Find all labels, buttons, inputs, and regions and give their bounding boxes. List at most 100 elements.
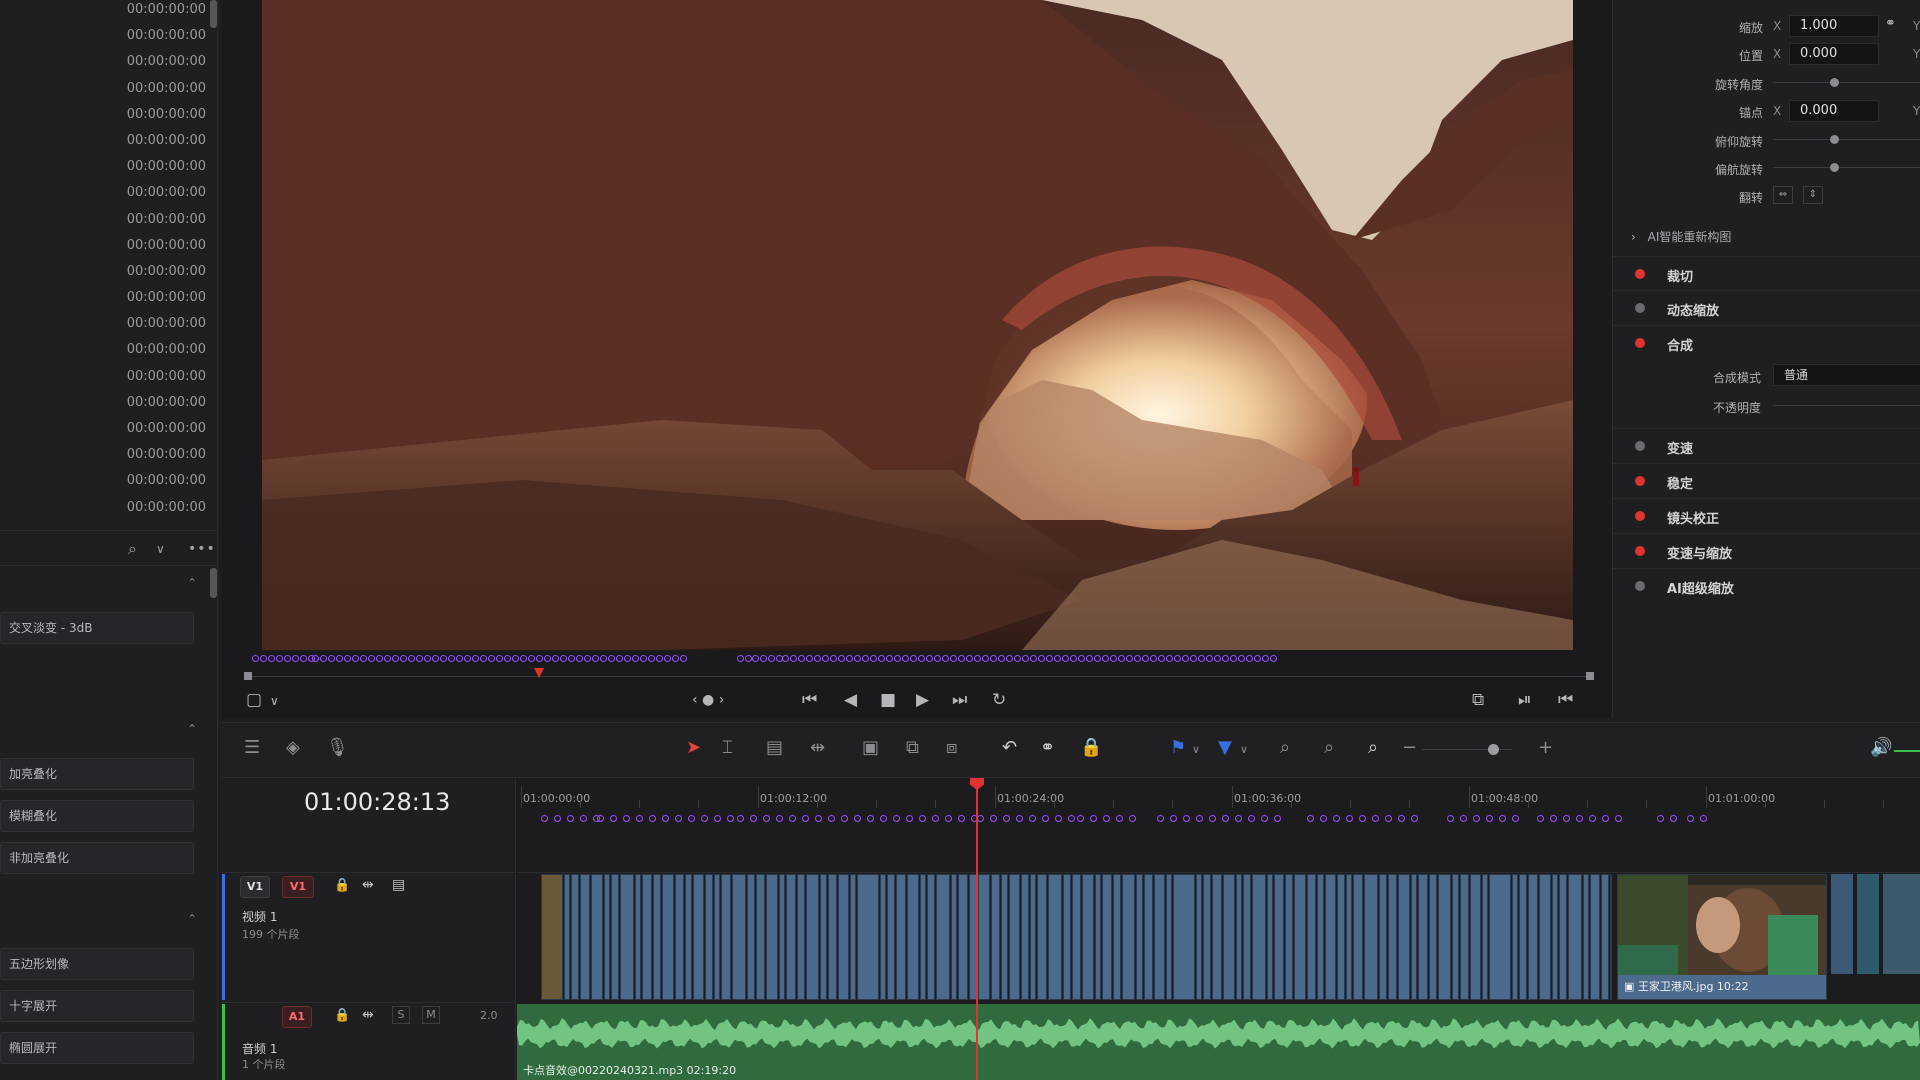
video-clip[interactable] [850, 874, 856, 1000]
still-image-clip[interactable]: ▣ 王家卫港风.jpg 10:22 [1617, 874, 1827, 1000]
marker[interactable] [990, 815, 997, 822]
marker[interactable] [300, 655, 307, 662]
marker[interactable] [328, 655, 335, 662]
timecode-list-item[interactable]: 00:00:00:00 [0, 393, 210, 419]
marker[interactable] [1670, 815, 1677, 822]
v1-lock-icon[interactable]: 🔒 [334, 878, 350, 893]
marker[interactable] [640, 655, 647, 662]
video-clip[interactable] [1317, 874, 1324, 1000]
marker[interactable] [592, 655, 599, 662]
marker[interactable] [680, 655, 687, 662]
marker[interactable] [1094, 655, 1101, 662]
video-clip[interactable] [920, 874, 926, 1000]
timecode-list-item[interactable]: 00:00:00:00 [0, 210, 210, 236]
marker[interactable] [649, 815, 656, 822]
marker[interactable] [408, 655, 415, 662]
marker[interactable] [448, 655, 455, 662]
marker[interactable] [745, 655, 752, 662]
marker[interactable] [360, 655, 367, 662]
video-clip[interactable] [1411, 874, 1417, 1000]
video-clip[interactable] [1102, 874, 1112, 1000]
opacity-slider[interactable] [1773, 405, 1920, 406]
video-clip[interactable] [1212, 874, 1222, 1000]
marker[interactable] [632, 655, 639, 662]
marker[interactable] [568, 655, 575, 662]
marker[interactable] [1062, 655, 1069, 662]
marker[interactable] [737, 815, 744, 822]
marker[interactable] [488, 655, 495, 662]
timecode-list-item[interactable]: 00:00:00:00 [0, 471, 210, 497]
section-enable-toggle[interactable] [1635, 546, 1645, 556]
marker[interactable] [1090, 815, 1097, 822]
dynamic-trim-icon[interactable]: ⇹ [810, 737, 825, 758]
zoom-custom-icon[interactable]: ⌕ [1368, 737, 1378, 758]
video-clip[interactable] [1136, 874, 1143, 1000]
marker[interactable] [1537, 815, 1544, 822]
viewer-marker-strip[interactable] [252, 652, 1582, 666]
fx-item-non-additive-dissolve[interactable]: 非加亮叠化 [0, 842, 194, 874]
viewer-mode-chevron-icon[interactable]: ∨ [270, 694, 279, 708]
video-clip[interactable] [991, 874, 1000, 1000]
marker[interactable] [352, 655, 359, 662]
marker[interactable] [1038, 655, 1045, 662]
video-clip[interactable] [1274, 874, 1284, 1000]
video-clip[interactable] [1196, 874, 1202, 1000]
section-enable-toggle[interactable] [1635, 269, 1645, 279]
video-clip[interactable] [1037, 874, 1047, 1000]
collapse-blend-section-icon[interactable]: ⌃ [187, 722, 197, 736]
timecode-list-item[interactable]: 00:00:00:00 [0, 157, 210, 183]
go-to-end-icon[interactable]: ⏭ [952, 690, 967, 710]
marker[interactable] [1222, 815, 1229, 822]
overwrite-clip-icon[interactable]: ⧉ [906, 737, 919, 758]
marker[interactable] [798, 655, 805, 662]
video-clip[interactable] [721, 874, 731, 1000]
video-clip[interactable] [1082, 874, 1094, 1000]
marker[interactable] [1030, 655, 1037, 662]
video-clip[interactable] [1583, 874, 1589, 1000]
flag-chevron-icon[interactable]: ∨ [1192, 743, 1200, 756]
video-clip[interactable] [1438, 874, 1451, 1000]
section-enable-toggle[interactable] [1635, 441, 1645, 451]
marker[interactable] [782, 655, 789, 662]
marker[interactable] [1473, 815, 1480, 822]
marker[interactable] [1042, 815, 1049, 822]
marker[interactable] [763, 815, 770, 822]
marker[interactable] [1499, 815, 1506, 822]
marker[interactable] [472, 655, 479, 662]
marker[interactable] [1158, 655, 1165, 662]
marker[interactable] [541, 815, 548, 822]
marker[interactable] [1512, 815, 1519, 822]
video-clip[interactable] [806, 874, 819, 1000]
flag-icon[interactable]: ⚑ [1170, 737, 1186, 758]
timecode-list-item[interactable]: 00:00:00:00 [0, 314, 210, 340]
marker[interactable] [1070, 655, 1077, 662]
effects-scrollbar[interactable] [210, 568, 217, 598]
marker[interactable] [400, 655, 407, 662]
marker[interactable] [1447, 815, 1454, 822]
video-clip[interactable] [571, 874, 579, 1000]
thumb-clip-3[interactable] [1883, 874, 1920, 974]
video-clip[interactable] [766, 874, 778, 1000]
timecode-list-item[interactable]: 00:00:00:00 [0, 419, 210, 445]
marker[interactable] [1054, 655, 1061, 662]
video-clip[interactable] [604, 874, 610, 1000]
marker[interactable] [688, 815, 695, 822]
video-clip[interactable] [1113, 874, 1121, 1000]
inspector-section-row[interactable]: 稳定 [1613, 463, 1920, 497]
v1-visibility-icon[interactable]: ▤ [392, 877, 405, 893]
v1-destination-button[interactable]: V1 [282, 876, 314, 898]
video-clip[interactable] [1568, 874, 1582, 1000]
voiceover-icon[interactable]: 🎙 [326, 737, 349, 758]
marker[interactable] [662, 815, 669, 822]
marker[interactable] [1563, 815, 1570, 822]
marker[interactable] [1055, 815, 1062, 822]
timeline-marker-row[interactable] [517, 812, 1920, 826]
prev-edit-icon[interactable]: ⏮ [1558, 690, 1573, 710]
marker[interactable] [1116, 815, 1123, 822]
marker[interactable] [958, 655, 965, 662]
volume-icon[interactable]: 🔊 [1870, 737, 1892, 758]
stop-icon[interactable]: ■ [880, 690, 896, 710]
video-clip[interactable] [541, 874, 563, 1000]
go-to-start-icon[interactable]: ⏮ [802, 690, 817, 710]
fx-item-cross-iris[interactable]: 十字展开 [0, 990, 194, 1022]
